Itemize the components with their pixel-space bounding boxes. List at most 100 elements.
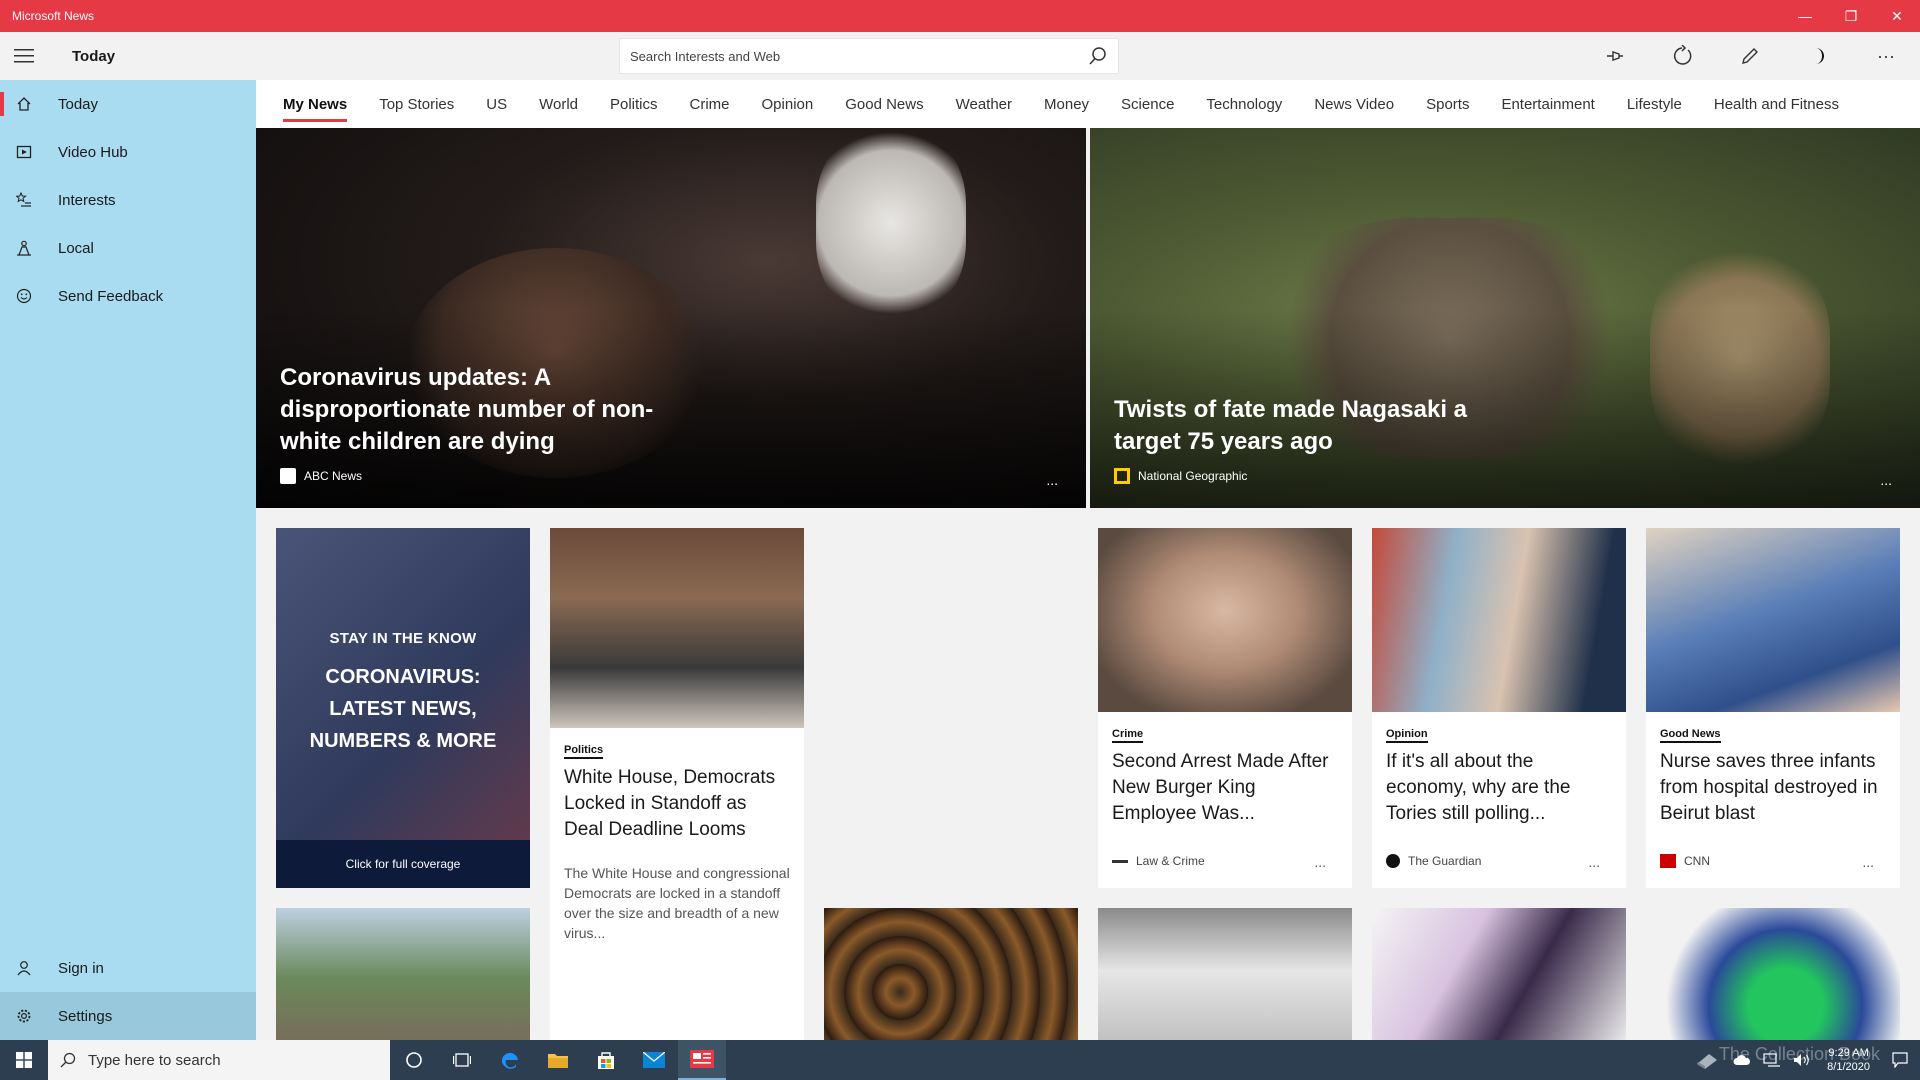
cortana-icon (406, 1052, 422, 1068)
restore-button[interactable]: ❐ (1828, 0, 1874, 32)
pin-icon (1607, 51, 1623, 61)
tab-money[interactable]: Money (1044, 80, 1089, 128)
title-bar: Microsoft News — ❐ ✕ (0, 0, 1920, 32)
dark-mode-button[interactable] (1784, 32, 1852, 80)
category-label[interactable]: Politics (564, 744, 604, 759)
abc-news-logo-icon (280, 468, 296, 484)
pin-button[interactable] (1580, 32, 1648, 80)
refresh-button[interactable] (1648, 32, 1716, 80)
story-title[interactable]: Nurse saves three infants from hospital … (1660, 749, 1886, 827)
hero-more-button[interactable]: ... (1046, 472, 1058, 488)
category-label[interactable]: Crime (1112, 728, 1144, 743)
story-card[interactable] (1098, 908, 1352, 1040)
crime-story-card[interactable]: Crime Second Arrest Made After New Burge… (1098, 528, 1352, 888)
coronavirus-promo-card[interactable]: STAY IN THE KNOW CORONAVIRUS: LATEST NEW… (276, 528, 530, 888)
taskbar: Type here to search 9:29 AM 8/1/2020 (0, 1040, 1920, 1080)
story-more-button[interactable]: ... (1314, 854, 1326, 870)
hero-more-button[interactable]: ... (1880, 472, 1892, 488)
nav-item-sign-in[interactable]: Sign in (0, 944, 256, 992)
mail-button[interactable] (630, 1040, 678, 1080)
search-icon[interactable] (1088, 46, 1108, 66)
notebook-icon (1697, 1054, 1718, 1069)
hero-story-1[interactable]: Coronavirus updates: A disproportionate … (256, 128, 1086, 508)
folder-icon (548, 1054, 568, 1068)
task-view-button[interactable] (438, 1040, 486, 1080)
tab-world[interactable]: World (539, 80, 578, 128)
search-box[interactable] (619, 38, 1119, 74)
story-more-button[interactable]: ... (1588, 854, 1600, 870)
tab-sports[interactable]: Sports (1426, 80, 1469, 128)
tab-entertainment[interactable]: Entertainment (1501, 80, 1594, 128)
source-name: ABC News (304, 469, 363, 483)
story-card[interactable] (1646, 908, 1900, 1040)
edge-button[interactable] (486, 1040, 534, 1080)
tab-crime[interactable]: Crime (690, 80, 730, 128)
story-source: CNN (1660, 854, 1710, 868)
story-title[interactable]: If it's all about the economy, why are t… (1386, 749, 1612, 827)
nav-item-send-feedback[interactable]: Send Feedback (0, 272, 256, 320)
nav-label: Settings (58, 1007, 113, 1025)
story-more-button[interactable]: ... (1862, 854, 1874, 870)
nav-item-today[interactable]: Today (0, 80, 256, 128)
tab-politics[interactable]: Politics (610, 80, 658, 128)
source-name: The Guardian (1408, 854, 1482, 868)
nav-label: Today (58, 95, 99, 113)
tab-my-news[interactable]: My News (283, 80, 348, 128)
story-description: The White House and congressional Democr… (564, 865, 790, 941)
hero-title[interactable]: Twists of fate made Nagasaki a target 75… (1114, 394, 1514, 458)
good-news-story-card[interactable]: Good News Nurse saves three infants from… (1646, 528, 1900, 888)
story-title[interactable]: White House, Democrats Locked in Standof… (564, 765, 790, 843)
tab-technology[interactable]: Technology (1206, 80, 1282, 128)
nav-label: Video Hub (58, 143, 128, 161)
hero-source: ABC News (280, 468, 362, 484)
notifications-button[interactable] (1880, 1040, 1920, 1080)
category-label[interactable]: Opinion (1386, 728, 1428, 743)
home-icon (17, 97, 31, 111)
category-label[interactable]: Good News (1660, 728, 1721, 743)
story-card[interactable] (824, 908, 1078, 1040)
full-coverage-link[interactable]: Click for full coverage (276, 840, 530, 888)
edit-button[interactable] (1716, 32, 1784, 80)
tab-news-video[interactable]: News Video (1314, 80, 1394, 128)
nav-item-interests[interactable]: Interests (0, 176, 256, 224)
tab-weather[interactable]: Weather (956, 80, 1012, 128)
tab-science[interactable]: Science (1121, 80, 1174, 128)
story-image (550, 528, 804, 728)
nav-item-local[interactable]: Local (0, 224, 256, 272)
tab-health-and-fitness[interactable]: Health and Fitness (1714, 80, 1839, 128)
task-view-icon (453, 1053, 471, 1067)
politics-story-card[interactable]: Politics White House, Democrats Locked i… (550, 528, 804, 1040)
hero-title[interactable]: Coronavirus updates: A disproportionate … (280, 362, 700, 458)
hero-story-2[interactable]: Twists of fate made Nagasaki a target 75… (1090, 128, 1920, 508)
windows-logo-icon (16, 1052, 32, 1068)
tab-opinion[interactable]: Opinion (762, 80, 814, 128)
hamburger-menu-button[interactable] (0, 32, 48, 80)
story-source: Law & Crime (1112, 854, 1205, 868)
file-explorer-button[interactable] (534, 1040, 582, 1080)
story-card[interactable] (276, 908, 530, 1040)
tab-lifestyle[interactable]: Lifestyle (1627, 80, 1682, 128)
law-and-crime-logo-icon (1112, 859, 1128, 863)
cortana-button[interactable] (390, 1040, 438, 1080)
search-input[interactable] (630, 48, 1088, 64)
story-card[interactable] (1372, 908, 1626, 1040)
tab-good-news[interactable]: Good News (845, 80, 923, 128)
start-button[interactable] (0, 1040, 48, 1080)
more-options-button[interactable]: ··· (1852, 32, 1920, 80)
story-title[interactable]: Second Arrest Made After New Burger King… (1112, 749, 1338, 827)
close-button[interactable]: ✕ (1874, 0, 1920, 32)
watermark: The Collection Book (1718, 1044, 1880, 1064)
news-app-button[interactable] (678, 1040, 726, 1080)
tab-us[interactable]: US (486, 80, 507, 128)
minimize-button[interactable]: — (1782, 0, 1828, 32)
taskbar-search[interactable]: Type here to search (48, 1040, 390, 1080)
window-title: Microsoft News (12, 9, 95, 23)
nav-item-video-hub[interactable]: Video Hub (0, 128, 256, 176)
opinion-story-card[interactable]: Opinion If it's all about the economy, w… (1372, 528, 1626, 888)
tab-top-stories[interactable]: Top Stories (379, 80, 454, 128)
news-icon (690, 1050, 714, 1068)
refresh-icon (1673, 45, 1692, 65)
nav-item-settings[interactable]: Settings (0, 992, 256, 1040)
store-button[interactable] (582, 1040, 630, 1080)
left-navigation: Today Video Hub Interests Local Send Fee… (0, 80, 256, 1040)
